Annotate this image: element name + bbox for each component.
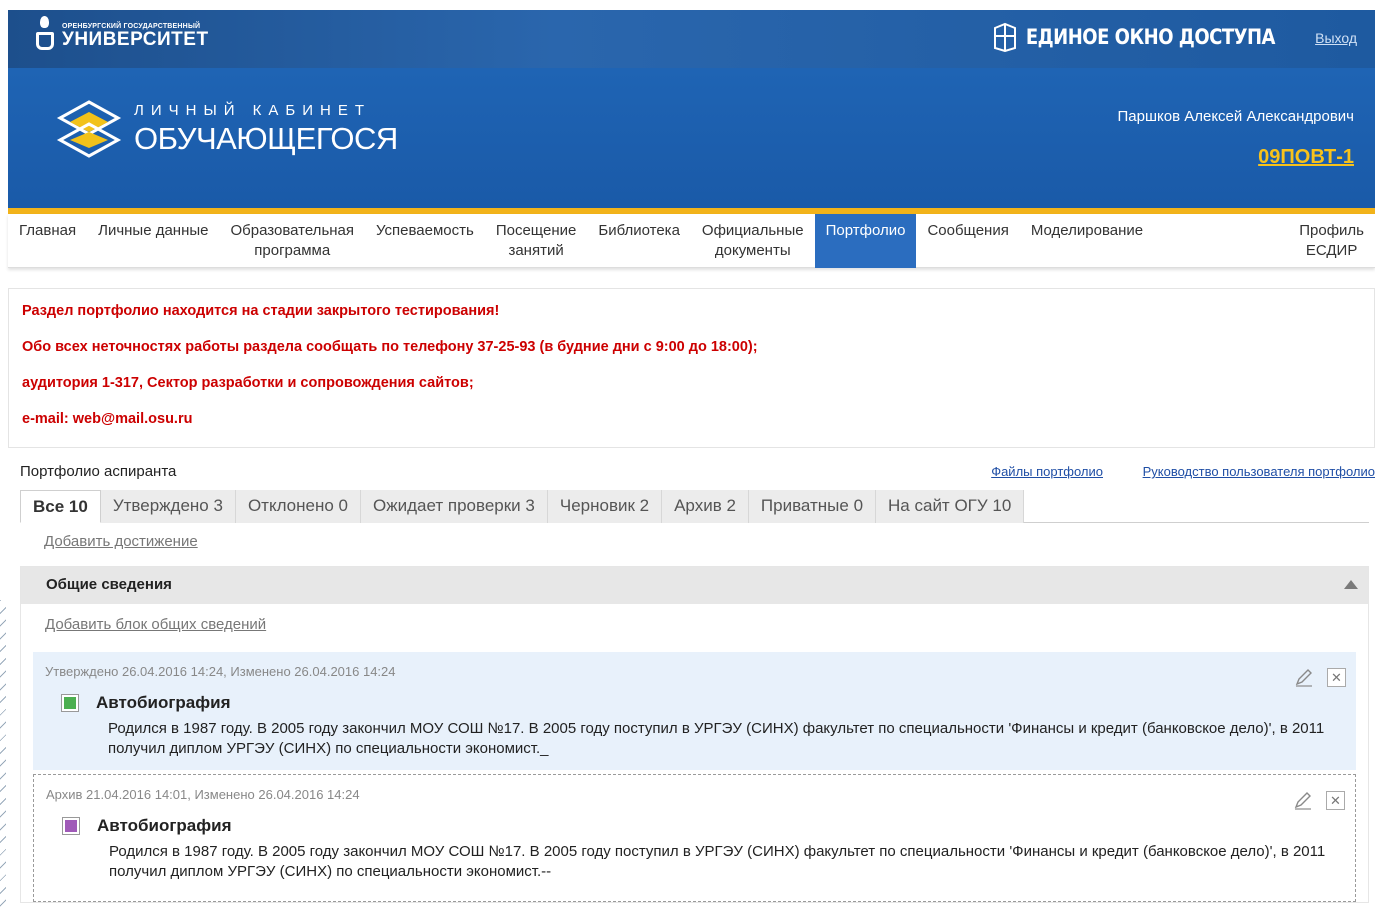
section-header[interactable]: Общие сведения <box>21 567 1368 604</box>
nav-item-7[interactable]: Портфолио <box>814 214 917 268</box>
portfolio-tabs: Все 10 Утверждено 3 Отклонено 0 Ожидает про… <box>20 490 1369 523</box>
top-bar: ОРЕНБУРГСКИЙ ГОСУДАРСТВЕННЫЙ УНИВЕРСИТЕТ… <box>8 10 1375 68</box>
tab-0[interactable]: Все 10 <box>20 490 101 523</box>
tab-3[interactable]: Ожидает проверки 3 <box>361 490 548 523</box>
single-window-text: ЕДИНОЕ ОКНО ДОСТУПА <box>1025 24 1276 50</box>
testing-notice: Раздел портфолио находится на стадии зак… <box>8 288 1375 448</box>
tab-2[interactable]: Отклонено 0 <box>235 490 362 523</box>
tab-1[interactable]: Утверждено 3 <box>100 490 236 523</box>
user-name: Паршков Алексей Александрович <box>1117 108 1354 125</box>
cabinet-title-top: ЛИЧНЫЙ КАБИНЕТ <box>134 101 372 119</box>
page: ОРЕНБУРГСКИЙ ГОСУДАРСТВЕННЫЙ УНИВЕРСИТЕТ… <box>8 10 1375 903</box>
cabinet-banner: ЛИЧНЫЙ КАБИНЕТ ОБУЧАЮЩЕГОСЯ Паршков Алек… <box>8 68 1375 208</box>
edit-pencil-icon[interactable] <box>1292 789 1314 811</box>
status-square-icon <box>61 694 79 712</box>
nav-item-1[interactable]: Личные данные <box>87 214 219 268</box>
cabinet-title-bottom: ОБУЧАЮЩЕГОСЯ <box>134 120 398 156</box>
tab-6[interactable]: Приватные 0 <box>748 490 877 523</box>
university-emblem-icon <box>36 16 54 56</box>
nav-item-8[interactable]: Сообщения <box>916 214 1019 268</box>
nav-item-0[interactable]: Главная <box>8 214 87 268</box>
logout-link[interactable]: Выход <box>1315 30 1357 46</box>
entry-meta: Утверждено 26.04.2016 14:24, Изменено 26… <box>45 664 396 679</box>
nav-item-6[interactable]: Официальные документы <box>691 214 815 268</box>
add-general-block-link[interactable]: Добавить блок общих сведений <box>45 616 266 642</box>
group-link[interactable]: 09ПОВТ-1 <box>1258 146 1354 169</box>
university-title: УНИВЕРСИТЕТ <box>62 28 209 50</box>
section-title: Общие сведения <box>46 576 172 593</box>
edit-pencil-icon[interactable] <box>1293 666 1315 688</box>
notice-line: аудитория 1-317, Сектор разработки и соп… <box>22 375 474 391</box>
cabinet-logo[interactable]: ЛИЧНЫЙ КАБИНЕТ ОБУЧАЮЩЕГОСЯ <box>56 98 398 160</box>
main-nav: Главная Личные данные Образовательная прог… <box>8 214 1375 268</box>
add-achievement-link[interactable]: Добавить достижение <box>44 533 198 558</box>
notice-line: e-mail: web@mail.osu.ru <box>22 411 193 427</box>
university-logo[interactable]: ОРЕНБУРГСКИЙ ГОСУДАРСТВЕННЫЙ УНИВЕРСИТЕТ <box>36 16 209 56</box>
portfolio-files-link[interactable]: Файлы портфолио <box>991 464 1103 479</box>
general-info-section: Общие сведения Добавить блок общих сведе… <box>20 566 1369 903</box>
status-square-icon <box>62 817 80 835</box>
portfolio-guide-link[interactable]: Руководство пользователя портфолио <box>1143 464 1375 479</box>
entry-text: Родился в 1987 году. В 2005 году закончи… <box>108 720 1325 757</box>
left-decorative-strip <box>0 600 6 910</box>
tab-7[interactable]: На сайт ОГУ 10 <box>876 490 1025 523</box>
nav-item-9[interactable]: Моделирование <box>1020 214 1154 268</box>
cabinet-logo-icon <box>56 100 122 158</box>
notice-line: Обо всех неточностях работы раздела сооб… <box>22 339 758 355</box>
portfolio-title: Портфолио аспиранта <box>20 463 177 480</box>
notice-line: Раздел портфолио находится на стадии зак… <box>22 303 500 319</box>
tab-5[interactable]: Архив 2 <box>662 490 749 523</box>
nav-item-profile-esdir[interactable]: Профиль ЕСДИР <box>1288 214 1375 268</box>
nav-item-3[interactable]: Успеваемость <box>365 214 485 268</box>
tab-4[interactable]: Черновик 2 <box>547 490 663 523</box>
entry-text: Родился в 1987 году. В 2005 году закончи… <box>109 843 1326 880</box>
portfolio-entry: Утверждено 26.04.2016 14:24, Изменено 26… <box>33 652 1356 770</box>
entry-meta: Архив 21.04.2016 14:01, Изменено 26.04.2… <box>46 787 360 802</box>
single-window-logo[interactable]: ЕДИНОЕ ОКНО ДОСТУПА <box>992 22 1276 52</box>
delete-close-icon[interactable]: ✕ <box>1327 667 1346 687</box>
nav-item-4[interactable]: Посещение занятий <box>485 214 588 268</box>
portfolio-entry: Архив 21.04.2016 14:01, Изменено 26.04.2… <box>33 774 1356 902</box>
delete-close-icon[interactable]: ✕ <box>1326 790 1345 810</box>
portfolio-header: Портфолио аспиранта Файлы портфолио Руко… <box>8 448 1375 490</box>
single-window-icon <box>993 22 1016 52</box>
entry-title: Автобиография <box>96 693 231 712</box>
nav-item-5[interactable]: Библиотека <box>587 214 691 268</box>
nav-item-2[interactable]: Образовательная программа <box>220 214 366 268</box>
entry-title: Автобиография <box>97 816 232 835</box>
collapse-arrow-icon[interactable] <box>1344 580 1358 589</box>
